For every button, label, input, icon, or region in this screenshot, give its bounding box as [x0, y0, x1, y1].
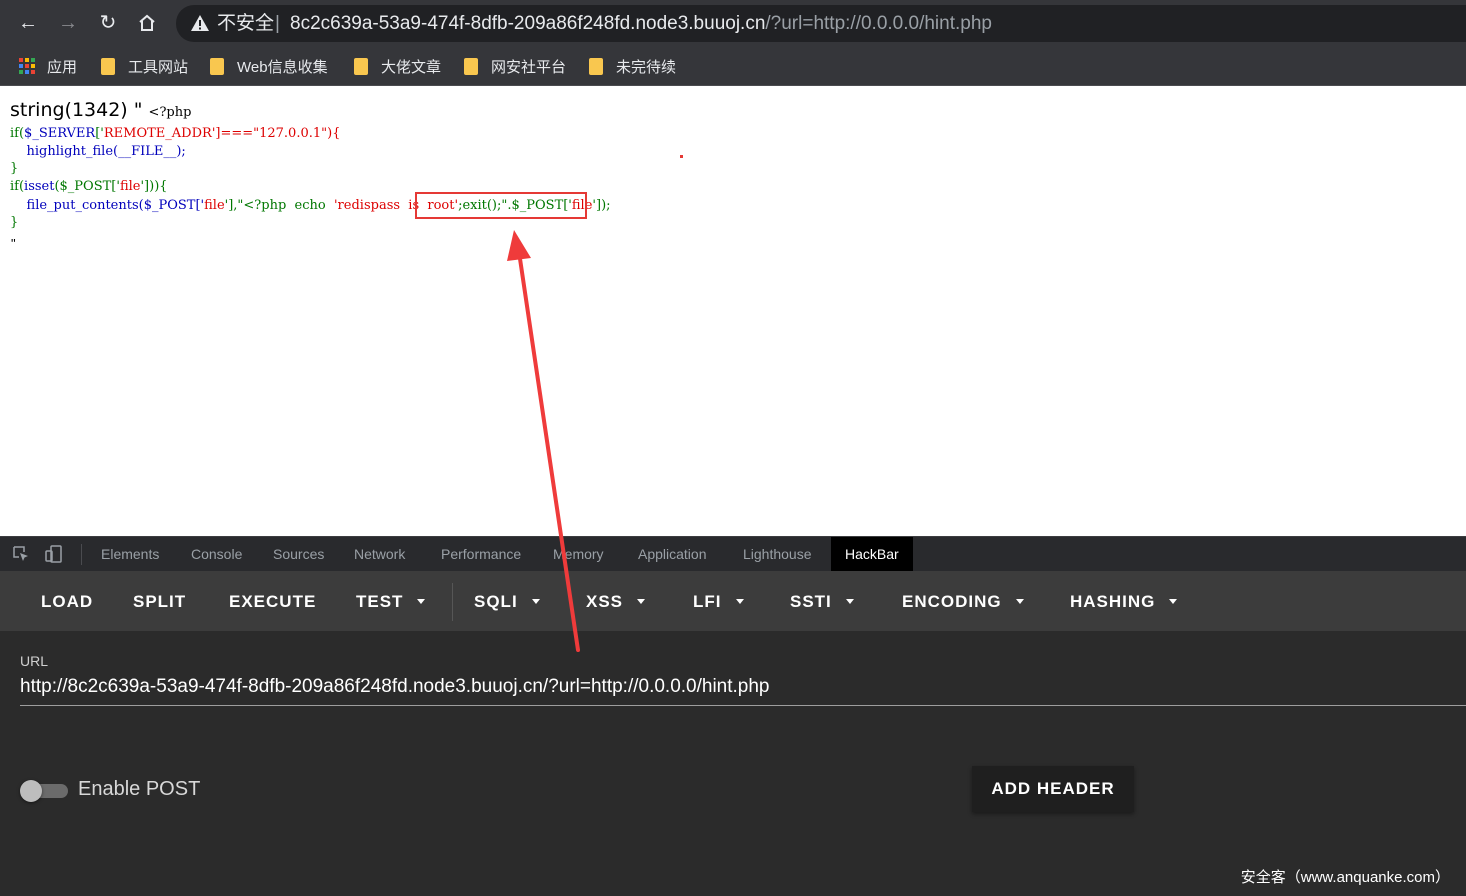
code-line: highlight_file(__FILE__); — [10, 144, 186, 159]
bookmarks-bar: 应用 工具网站 Web信息收集 大佬文章 网安社平台 未完待续 — [0, 46, 1466, 86]
bookmark-label: 未完待续 — [616, 58, 677, 76]
annotation-dot — [680, 155, 683, 158]
lfi-dropdown[interactable]: LFI — [693, 590, 744, 614]
hackbar-panel: LOAD SPLIT EXECUTE TEST SQLI XSS LFI SST… — [0, 571, 1466, 896]
code-line: } — [10, 161, 19, 176]
bookmark-folder-articles[interactable]: 大佬文章 — [354, 55, 441, 77]
sqli-dropdown[interactable]: SQLI — [474, 590, 540, 614]
test-label: TEST — [356, 592, 404, 611]
tab-elements[interactable]: Elements — [101, 537, 159, 572]
bookmark-label: 工具网站 — [128, 58, 189, 76]
ssti-dropdown[interactable]: SSTI — [790, 590, 854, 614]
bookmark-label: 网安社平台 — [491, 58, 567, 76]
code-line: if($_SERVER['REMOTE_ADDR']==="127.0.0.1"… — [10, 126, 341, 141]
enable-post-label: Enable POST — [78, 778, 201, 800]
execute-button[interactable]: EXECUTE — [229, 590, 316, 614]
hashing-label: HASHING — [1070, 592, 1156, 611]
page-content: string(1342) " <?php if($_SERVER['REMOTE… — [0, 87, 1466, 536]
folder-icon — [101, 57, 115, 75]
tab-network[interactable]: Network — [354, 537, 405, 572]
tab-memory[interactable]: Memory — [553, 537, 604, 572]
forward-arrow-icon[interactable]: → — [56, 11, 80, 35]
warning-triangle-icon[interactable] — [190, 13, 210, 33]
hashing-dropdown[interactable]: HASHING — [1070, 590, 1178, 614]
inspect-element-icon[interactable] — [12, 545, 30, 563]
tab-lighthouse[interactable]: Lighthouse — [743, 537, 812, 572]
url-host: 8c2c639a-53a9-474f-8dfb-209a86f248fd.nod… — [290, 13, 766, 34]
devtools-separator — [81, 544, 82, 565]
var-dump-prefix: string(1342) " — [10, 99, 149, 121]
toolbar-divider — [452, 583, 453, 621]
devtools-tabbar: Elements Console Sources Network Perform… — [0, 536, 1466, 572]
annotation-highlight-box — [415, 192, 587, 219]
ssti-label: SSTI — [790, 592, 832, 611]
back-arrow-icon[interactable]: ← — [16, 11, 40, 35]
add-header-button[interactable]: ADD HEADER — [972, 766, 1134, 812]
caret-down-icon — [417, 599, 426, 604]
url-path: /?url=http://0.0.0.0/hint.php — [765, 13, 992, 34]
caret-down-icon — [637, 599, 646, 604]
code-line: } — [10, 215, 19, 230]
var-dump-header: string(1342) " <?php — [10, 99, 191, 121]
sqli-label: SQLI — [474, 592, 518, 611]
var-dump-closing-quote: " — [11, 236, 16, 251]
url-text[interactable]: 8c2c639a-53a9-474f-8dfb-209a86f248fd.nod… — [290, 12, 992, 35]
test-dropdown[interactable]: TEST — [356, 590, 426, 614]
url-input[interactable]: http://8c2c639a-53a9-474f-8dfb-209a86f24… — [20, 674, 1466, 706]
folder-icon — [354, 57, 368, 75]
xss-dropdown[interactable]: XSS — [586, 590, 646, 614]
toggle-knob — [20, 780, 42, 802]
caret-down-icon — [735, 599, 744, 604]
bookmark-apps[interactable]: 应用 — [19, 55, 77, 77]
tab-console[interactable]: Console — [191, 537, 242, 572]
tab-hackbar[interactable]: HackBar — [831, 537, 913, 572]
xss-label: XSS — [586, 592, 624, 611]
tab-performance[interactable]: Performance — [441, 537, 521, 572]
folder-icon — [464, 57, 478, 75]
encoding-label: ENCODING — [902, 592, 1002, 611]
hackbar-toolbar: LOAD SPLIT EXECUTE TEST SQLI XSS LFI SST… — [0, 571, 1466, 631]
reload-icon[interactable]: ↻ — [96, 11, 120, 35]
caret-down-icon — [845, 599, 854, 604]
tab-application[interactable]: Application — [638, 537, 707, 572]
code-line: if(isset($_POST['file'])){ — [10, 179, 168, 194]
enable-post-toggle[interactable] — [20, 780, 68, 802]
split-button[interactable]: SPLIT — [133, 590, 186, 614]
tab-sources[interactable]: Sources — [273, 537, 324, 572]
bookmark-folder-tools[interactable]: 工具网站 — [101, 55, 188, 77]
folder-icon — [210, 57, 224, 75]
home-icon[interactable] — [135, 11, 159, 35]
bookmark-folder-tbc[interactable]: 未完待续 — [589, 55, 676, 77]
bookmark-folder-platform[interactable]: 网安社平台 — [464, 55, 566, 77]
device-toolbar-icon[interactable] — [45, 545, 63, 563]
bookmark-folder-web-info[interactable]: Web信息收集 — [210, 55, 328, 77]
security-separator: | — [275, 13, 280, 34]
address-bar[interactable]: 不安全 | 8c2c639a-53a9-474f-8dfb-209a86f248… — [176, 5, 1466, 42]
watermark-text: 安全客（www.anquanke.com） — [1240, 869, 1450, 886]
php-open-tag: <?php — [148, 105, 192, 120]
encoding-dropdown[interactable]: ENCODING — [902, 590, 1024, 614]
caret-down-icon — [1015, 599, 1024, 604]
caret-down-icon — [531, 599, 540, 604]
apps-grid-icon — [19, 58, 35, 74]
folder-icon — [589, 57, 603, 75]
load-button[interactable]: LOAD — [41, 590, 93, 614]
bookmark-label: 大佬文章 — [381, 58, 442, 76]
browser-toolbar: ← → ↻ 不安全 | 8c2c639a-53a9-474f-8dfb-209a… — [0, 0, 1466, 46]
lfi-label: LFI — [693, 592, 722, 611]
bookmark-label: Web信息收集 — [237, 58, 328, 76]
url-field-label: URL — [20, 653, 49, 669]
caret-down-icon — [1169, 599, 1178, 604]
security-status-label[interactable]: 不安全 — [217, 12, 274, 35]
bookmark-label: 应用 — [47, 58, 78, 76]
